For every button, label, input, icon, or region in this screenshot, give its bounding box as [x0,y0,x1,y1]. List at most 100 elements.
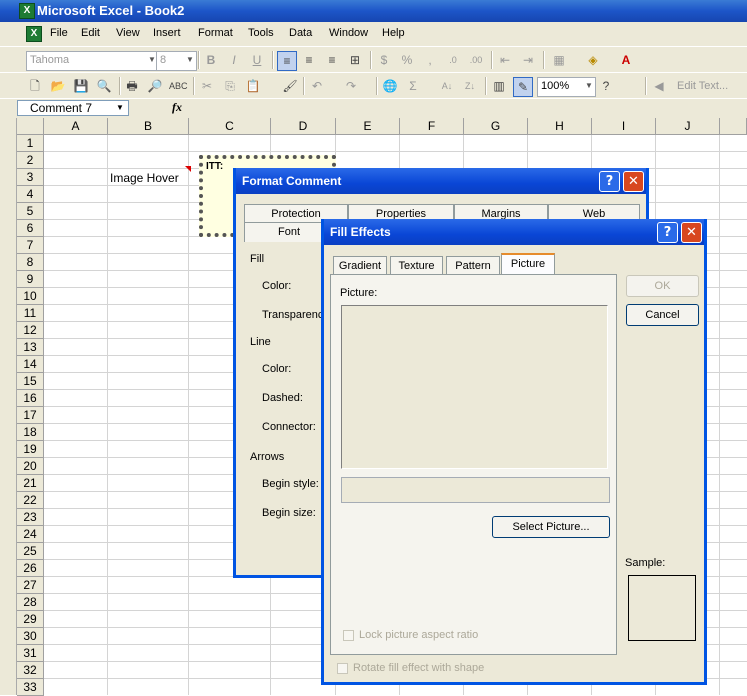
column-header[interactable]: H [528,118,592,135]
undo-icon[interactable]: ↶ [308,77,326,95]
rotate-fill-checkbox[interactable] [337,663,348,674]
insert-function-icon[interactable]: fx [172,100,182,115]
align-left-icon[interactable]: ≡ [277,51,297,71]
currency-button[interactable]: $ [375,51,393,69]
increase-decimal-icon[interactable]: .0 [444,51,462,69]
row-header[interactable]: 9 [17,271,44,288]
align-center-icon[interactable]: ≡ [300,51,318,69]
row-header[interactable]: 3 [17,169,44,186]
row-header[interactable]: 22 [17,492,44,509]
row-header[interactable]: 25 [17,543,44,560]
zoom-combo[interactable]: 100% ▼ [537,77,596,97]
row-header[interactable]: 20 [17,458,44,475]
format-painter-icon[interactable]: 🖌 [281,77,299,95]
menu-file[interactable]: File [50,27,68,39]
print-icon[interactable]: 🖶 [123,77,141,95]
permission-icon[interactable]: 🔍 [95,77,113,95]
menu-window[interactable]: Window [329,27,368,39]
column-header[interactable]: D [271,118,336,135]
ok-button[interactable]: OK [626,275,699,297]
lock-aspect-checkbox[interactable] [343,630,354,641]
hyperlink-icon[interactable]: 🌐 [381,77,399,95]
column-header[interactable]: J [656,118,720,135]
bold-button[interactable]: B [202,51,220,69]
font-name-combo[interactable]: Tahoma ▼ [26,51,159,71]
column-header[interactable]: A [44,118,108,135]
open-icon[interactable]: 📂 [49,77,67,95]
percent-button[interactable]: % [398,51,416,69]
italic-button[interactable]: I [225,51,243,69]
menu-edit[interactable]: Edit [81,27,100,39]
row-header[interactable]: 29 [17,611,44,628]
tab-gradient[interactable]: Gradient [333,256,387,276]
chevron-down-icon[interactable]: ▼ [184,52,196,68]
comma-button[interactable]: , [421,51,439,69]
cancel-button[interactable]: Cancel [626,304,699,326]
chevron-down-icon[interactable]: ▼ [116,101,124,115]
decrease-decimal-icon[interactable]: .00 [467,51,485,69]
column-header[interactable]: G [464,118,528,135]
close-button[interactable]: ✕ [681,222,702,243]
row-header[interactable]: 16 [17,390,44,407]
column-header[interactable]: I [592,118,656,135]
cell-b3[interactable]: Image Hover [110,171,179,185]
column-header[interactable]: B [108,118,189,135]
row-header[interactable]: 33 [17,679,44,696]
tab-picture[interactable]: Picture [501,253,555,276]
copy-icon[interactable]: ⎘ [221,77,239,95]
row-header[interactable]: 13 [17,339,44,356]
row-header[interactable]: 15 [17,373,44,390]
row-header[interactable]: 4 [17,186,44,203]
tab-texture[interactable]: Texture [390,256,443,276]
drawing-icon[interactable]: ✎ [513,77,533,97]
increase-indent-icon[interactable]: ⇥ [519,51,537,69]
fill-color-icon[interactable]: ◈ [584,51,602,69]
row-header[interactable]: 12 [17,322,44,339]
edit-text-icon[interactable]: ◀ [650,77,668,95]
row-header[interactable]: 28 [17,594,44,611]
row-header[interactable]: 10 [17,288,44,305]
help-button[interactable]: ? [599,171,620,192]
redo-icon[interactable]: ↷ [342,77,360,95]
font-size-combo[interactable]: 8 ▼ [156,51,197,71]
row-header[interactable]: 8 [17,254,44,271]
chart-wizard-icon[interactable]: ▥ [490,77,508,95]
row-header[interactable]: 7 [17,237,44,254]
row-header[interactable]: 5 [17,203,44,220]
row-header[interactable]: 31 [17,645,44,662]
tab-pattern[interactable]: Pattern [446,256,500,276]
spelling-icon[interactable]: ABC [169,77,188,95]
row-header[interactable]: 32 [17,662,44,679]
help-button[interactable]: ? [657,222,678,243]
menu-format[interactable]: Format [198,27,233,39]
menu-insert[interactable]: Insert [153,27,181,39]
close-button[interactable]: ✕ [623,171,644,192]
print-preview-icon[interactable]: 🔎 [146,77,164,95]
decrease-indent-icon[interactable]: ⇤ [496,51,514,69]
row-header[interactable]: 21 [17,475,44,492]
chevron-down-icon[interactable]: ▼ [583,78,595,94]
row-header[interactable]: 23 [17,509,44,526]
underline-button[interactable]: U [248,51,266,69]
select-all-corner[interactable] [17,118,44,135]
menu-help[interactable]: Help [382,27,405,39]
menu-tools[interactable]: Tools [248,27,274,39]
row-header[interactable]: 17 [17,407,44,424]
edit-text-button[interactable]: Edit Text... [677,80,728,92]
row-header[interactable]: 11 [17,305,44,322]
row-header[interactable]: 1 [17,135,44,152]
name-box[interactable]: Comment 7 ▼ [17,100,129,116]
autosum-button[interactable]: Σ [404,77,422,95]
cut-icon[interactable]: ✂ [198,77,216,95]
row-header[interactable]: 26 [17,560,44,577]
row-header[interactable]: 18 [17,424,44,441]
paste-icon[interactable]: 📋 [244,77,262,95]
menu-view[interactable]: View [116,27,140,39]
workbook-icon[interactable]: X [26,26,42,42]
font-color-icon[interactable]: A [617,51,635,69]
row-header[interactable]: 6 [17,220,44,237]
select-picture-button[interactable]: Select Picture... [492,516,610,538]
row-header[interactable]: 14 [17,356,44,373]
row-header[interactable]: 30 [17,628,44,645]
borders-icon[interactable]: ▦ [550,51,568,69]
